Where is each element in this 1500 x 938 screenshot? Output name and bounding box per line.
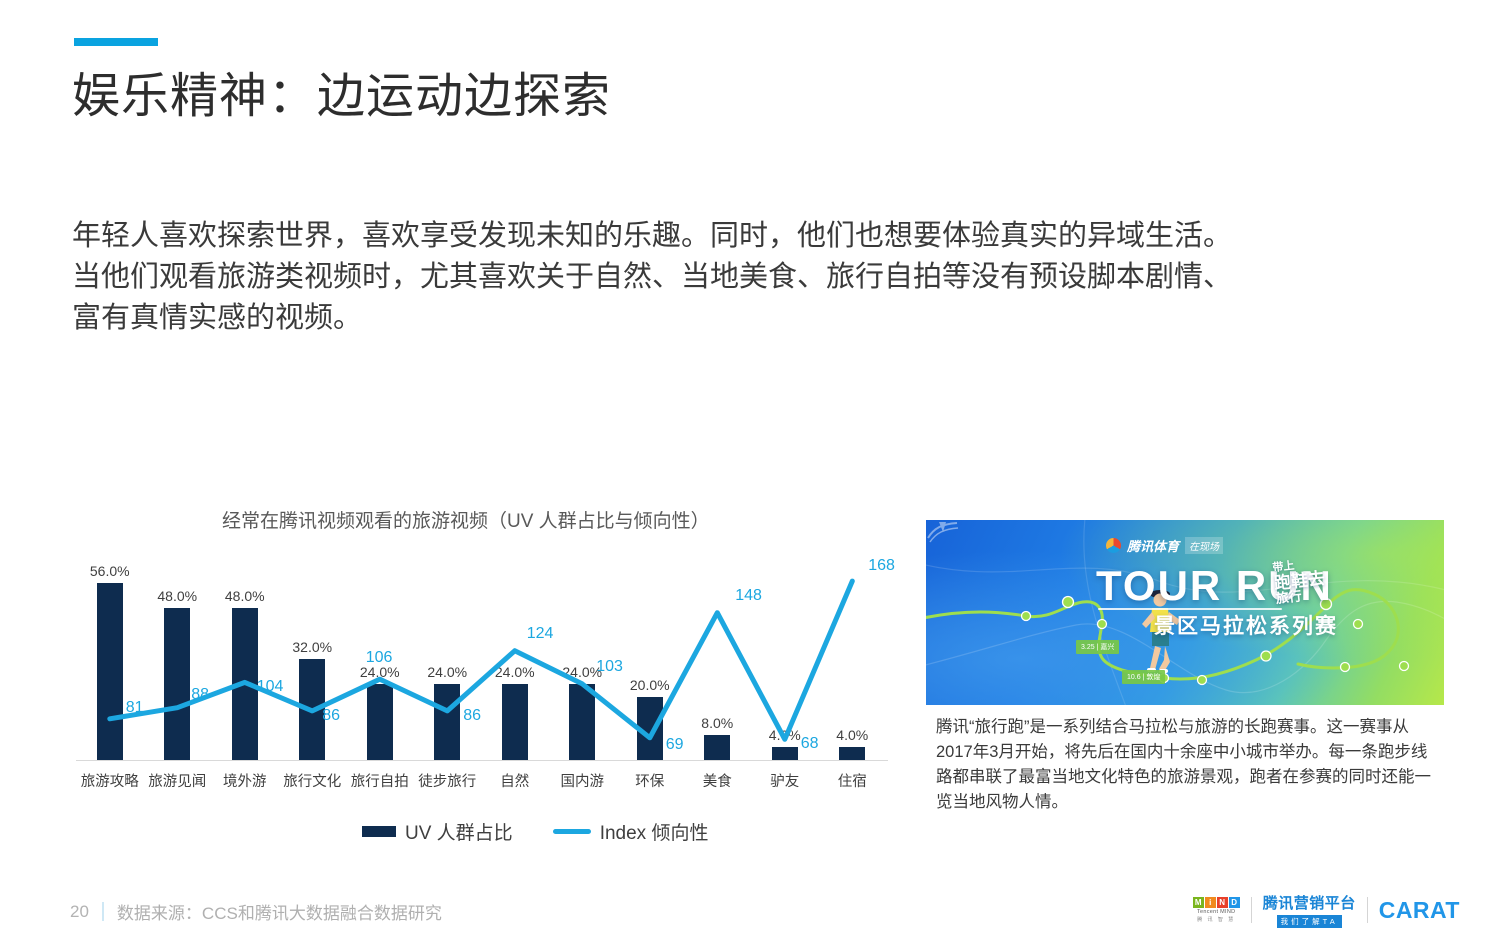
footer: 20 数据来源：CCS和腾讯大数据融合数据研究 MiND Tencent MIN…	[0, 886, 1500, 938]
category-label: 驴友	[770, 774, 800, 790]
legend-item-index: Index 倾向性	[552, 818, 709, 845]
index-line-svg	[107, 578, 855, 742]
mind-tile: M	[1192, 897, 1204, 908]
index-value-label: 81	[125, 698, 144, 716]
index-value-label: 168	[868, 557, 895, 575]
logo-separator-1	[1250, 897, 1252, 923]
category-label: 旅行文化	[283, 774, 342, 790]
banner-stamp: 带上 跑鞋去 旅行	[1272, 555, 1336, 606]
chart-legend: UV 人群占比 Index 倾向性	[362, 818, 708, 845]
promo-panel: 腾讯体育 在现场 TOUR RUN 景区马拉松系列赛 带上 跑鞋去 旅行 3.2…	[926, 520, 1444, 821]
chart-title: 经常在腾讯视频观看的旅游视频（UV 人群占比与倾向性）	[222, 511, 710, 532]
mind-tile: D	[1228, 897, 1240, 908]
route-pin-1: 3.25 | 嘉兴	[1076, 640, 1120, 654]
banner-subline: 景区马拉松系列赛	[1154, 615, 1338, 638]
mind-letter-tiles: MiND	[1192, 897, 1240, 908]
category-label: 旅行自拍	[350, 774, 409, 790]
body-line-1: 年轻人喜欢探索世界，喜欢享受发现未知的乐趣。同时，他们也想要体验真实的异域生活。	[72, 220, 1233, 252]
legend-label-uv: UV 人群占比	[405, 823, 513, 844]
index-value-label: 148	[735, 586, 762, 604]
mind-caption-cn: 腾 讯 智 慧	[1197, 917, 1236, 923]
slide-root: 娱乐精神：边运动边探索 年轻人喜欢探索世界，喜欢享受发现未知的乐趣。同时，他们也…	[0, 0, 1500, 938]
legend-line-swatch-icon	[552, 829, 591, 834]
body-paragraph: 年轻人喜欢探索世界，喜欢享受发现未知的乐趣。同时，他们也想要体验真实的异域生活。…	[72, 216, 1432, 339]
tencent-sports-logo: 腾讯体育 在现场	[1106, 536, 1224, 555]
legend-label-index: Index 倾向性	[599, 823, 709, 844]
route-pin-2: 10.6 | 敦煌	[1122, 670, 1166, 684]
tencent-marketing-name: 腾讯营销平台	[1262, 895, 1356, 912]
category-label: 环保	[635, 774, 665, 790]
mind-caption: Tencent MIND	[1196, 909, 1236, 915]
tour-run-banner-image: 腾讯体育 在现场 TOUR RUN 景区马拉松系列赛 带上 跑鞋去 旅行 3.2…	[926, 520, 1444, 705]
category-label: 国内游	[560, 774, 605, 790]
mind-tile: i	[1204, 897, 1216, 908]
body-line-3: 富有真情实感的视频。	[72, 302, 363, 334]
index-value-label: 68	[800, 735, 819, 753]
chart-container: 经常在腾讯视频观看的旅游视频（UV 人群占比与倾向性） 56.0% 48.0% 48…	[62, 500, 902, 870]
index-value-label: 103	[596, 657, 623, 675]
index-value-label: 104	[256, 678, 284, 696]
tencent-marketing-slogan: 我们了解TA	[1276, 915, 1342, 928]
logo-separator-2	[1366, 897, 1368, 923]
index-value-label: 124	[526, 624, 554, 642]
category-label: 自然	[500, 774, 530, 790]
page-title: 娱乐精神：边运动边探索	[72, 70, 612, 123]
chart-line-layer: 81 88 104 86 106 86 124 103 69 148 68 168	[76, 548, 895, 760]
mind-tile: N	[1216, 897, 1228, 908]
carat-logo: CARAT	[1378, 896, 1460, 923]
legend-item-uv: UV 人群占比	[362, 818, 513, 845]
tencent-sports-name: 腾讯体育	[1127, 539, 1180, 554]
event-seal-icon	[927, 522, 959, 543]
data-source-note: 数据来源：CCS和腾讯大数据融合数据研究	[116, 904, 442, 923]
index-value-label: 88	[191, 685, 210, 703]
footer-left-group: 20 数据来源：CCS和腾讯大数据融合数据研究	[70, 899, 442, 924]
footer-logo-group: MiND Tencent MIND 腾 讯 智 慧 腾讯营销平台 我们了解TA …	[1192, 892, 1460, 928]
index-value-label: 86	[322, 706, 341, 724]
category-label: 境外游	[223, 774, 267, 790]
category-label: 旅游见闻	[148, 774, 207, 790]
title-accent-bar	[74, 38, 158, 46]
index-polyline	[107, 578, 855, 742]
category-label: 旅游攻略	[80, 774, 139, 790]
index-value-label: 86	[463, 706, 482, 724]
category-label: 徒步旅行	[418, 774, 477, 790]
index-value-label: 69	[665, 735, 684, 753]
chart-axis-line	[76, 760, 888, 761]
chart-category-labels: 旅游攻略 旅游见闻 境外游 旅行文化 旅行自拍 徒步旅行 自然 国内游 环保 美食 驴友 住宿	[76, 770, 886, 800]
body-line-2: 当他们观看旅游类视频时，尤其喜欢关于自然、当地美食、旅行自拍等没有预设脚本剧情、	[72, 261, 1233, 293]
category-label: 美食	[702, 774, 732, 790]
tencent-sports-tag: 在现场	[1185, 537, 1224, 554]
tencent-mind-logo: MiND Tencent MIND 腾 讯 智 慧	[1192, 897, 1240, 923]
index-value-label: 106	[365, 649, 393, 667]
category-label: 住宿	[837, 774, 867, 790]
tencent-marketing-logo: 腾讯营销平台 我们了解TA	[1263, 892, 1356, 928]
legend-bar-swatch-icon	[362, 826, 396, 837]
tencent-sports-mark-icon	[1106, 538, 1121, 553]
page-number: 20	[70, 901, 89, 921]
promo-caption: 腾讯“旅行跑”是一系列结合马拉松与旅游的长跑赛事。这一赛事从2017年3月开始，…	[936, 718, 1431, 811]
footer-divider	[101, 902, 104, 921]
